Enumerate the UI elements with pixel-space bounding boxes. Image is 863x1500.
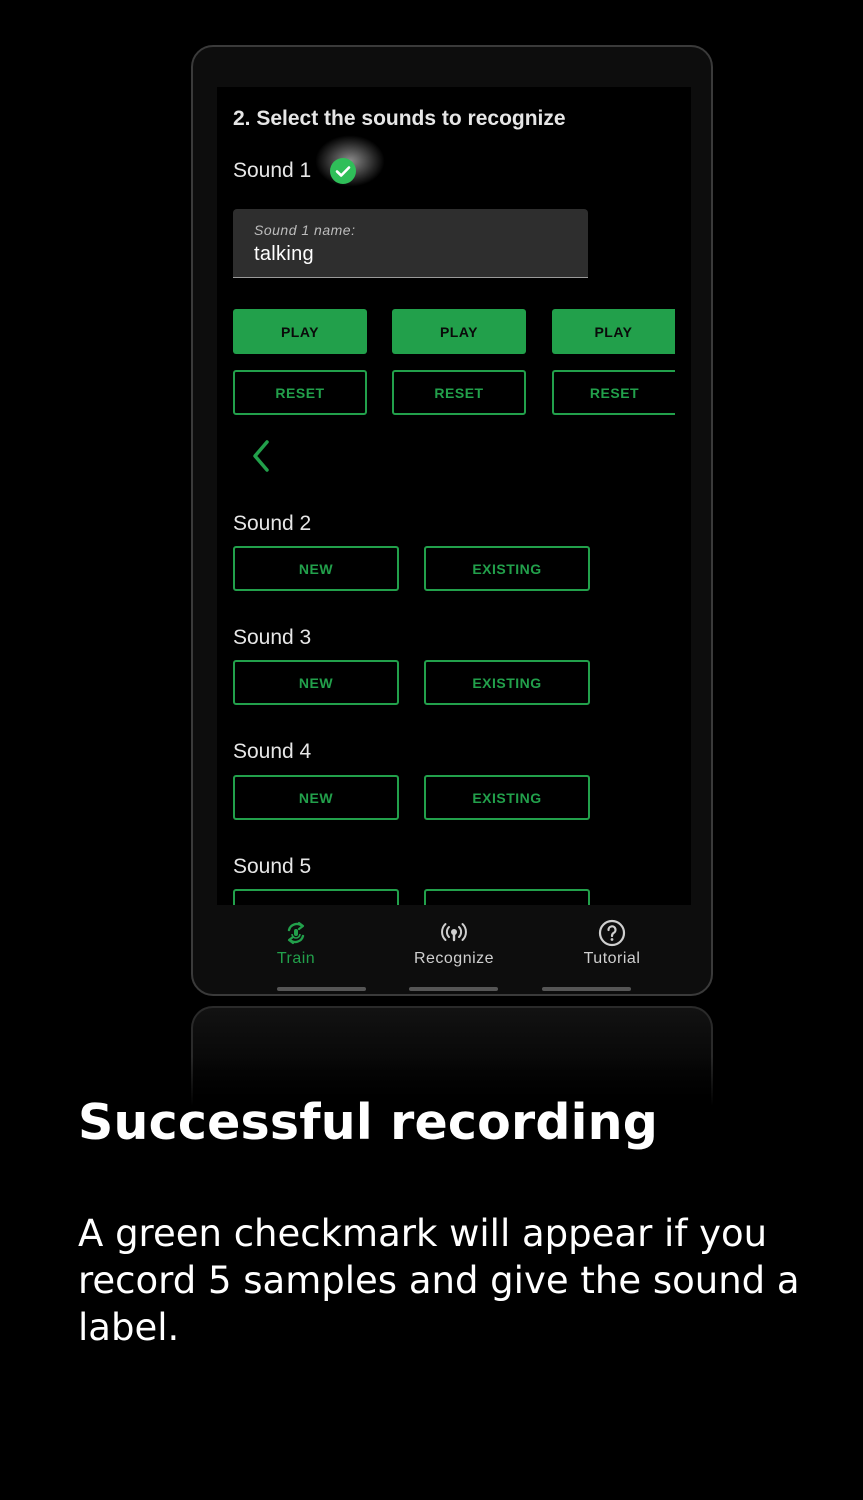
nav-train[interactable]: Train	[217, 905, 375, 975]
sound-5-existing-button[interactable]	[424, 889, 590, 905]
sound-2-label: Sound 2	[233, 512, 312, 535]
sound-4-new-button[interactable]: NEW	[233, 775, 399, 820]
device-reflection	[189, 1006, 715, 1106]
play-button-3[interactable]: PLAY	[552, 309, 675, 354]
play-button-1[interactable]: PLAY	[233, 309, 367, 354]
recognize-icon	[441, 923, 467, 942]
sound-1-label: Sound 1	[233, 159, 312, 182]
checkmark-icon	[330, 158, 356, 184]
app-screen: 2. Select the sounds to recognize Sound …	[217, 87, 691, 905]
reset-button-3[interactable]: RESET	[552, 370, 675, 415]
chevron-left-icon[interactable]	[251, 439, 273, 473]
nav-tutorial[interactable]: Tutorial	[533, 905, 691, 975]
device-frame: 2. Select the sounds to recognize Sound …	[191, 45, 713, 996]
sound-4-existing-button[interactable]: EXISTING	[424, 775, 590, 820]
caption-body: A green checkmark will appear if you rec…	[78, 1212, 800, 1349]
nav-indicator-tutorial	[542, 987, 631, 991]
bottom-nav: Train Recognize Tutorial	[217, 905, 691, 994]
train-icon	[287, 921, 305, 945]
sound-2-existing-button[interactable]: EXISTING	[424, 546, 590, 591]
reset-button-1[interactable]: RESET	[233, 370, 367, 415]
nav-recognize[interactable]: Recognize	[375, 905, 533, 975]
help-icon	[598, 919, 626, 947]
sound-5-new-button[interactable]	[233, 889, 399, 905]
nav-recognize-label: Recognize	[413, 950, 495, 967]
sound-5-label: Sound 5	[233, 855, 312, 878]
nav-train-label: Train	[276, 950, 316, 967]
sound-2-new-button[interactable]: NEW	[233, 546, 399, 591]
name-field-value[interactable]: talking	[254, 243, 314, 266]
nav-indicator-train	[277, 987, 366, 991]
name-field-label: Sound 1 name:	[254, 222, 356, 238]
reset-button-2[interactable]: RESET	[392, 370, 526, 415]
caption-headline: Successful recording	[78, 1094, 658, 1151]
section-title: 2. Select the sounds to recognize	[233, 107, 566, 130]
sound-1-name-field[interactable]: Sound 1 name: talking	[233, 209, 588, 278]
nav-tutorial-label: Tutorial	[583, 950, 641, 967]
sound-3-existing-button[interactable]: EXISTING	[424, 660, 590, 705]
nav-indicator-recognize	[409, 987, 498, 991]
sound-4-label: Sound 4	[233, 740, 312, 763]
sound-3-label: Sound 3	[233, 626, 312, 649]
sound-3-new-button[interactable]: NEW	[233, 660, 399, 705]
play-button-2[interactable]: PLAY	[392, 309, 526, 354]
